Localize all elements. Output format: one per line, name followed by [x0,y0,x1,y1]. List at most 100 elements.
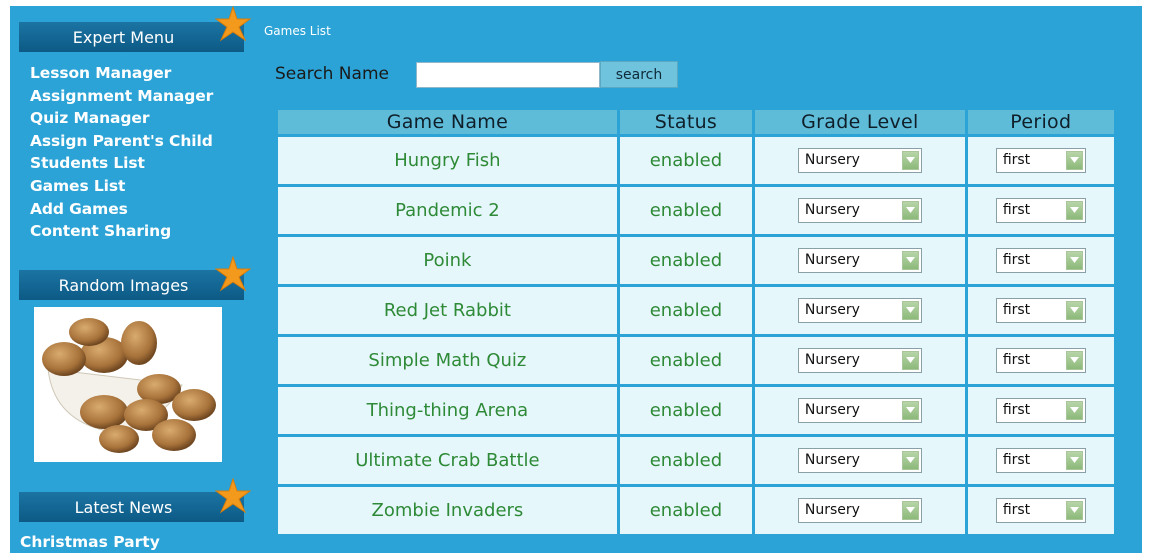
search-name-input[interactable] [416,62,600,88]
page-frame: Expert Menu Lesson Manager Assignment Ma… [10,6,1142,553]
latest-news-header: Latest News [19,492,244,522]
period-cell: first [967,237,1114,284]
menu-item-content-sharing[interactable]: Content Sharing [30,220,213,243]
game-name[interactable]: Thing-thing Arena [367,400,529,421]
period-cell: first [967,437,1114,484]
grade-level-select[interactable]: Nursery [797,248,922,273]
dropdown-arrow-icon[interactable] [1065,301,1083,320]
grade-level-cell: Nursery [755,437,965,484]
dropdown-arrow-icon[interactable] [1065,151,1083,170]
game-name[interactable]: Poink [423,250,471,271]
game-name-cell: Pandemic 2 [278,187,617,234]
game-name[interactable]: Hungry Fish [394,150,500,171]
period-value: first [1002,352,1031,368]
status-value: enabled [649,500,723,521]
period-select[interactable]: first [995,148,1086,173]
table-row: Red Jet Rabbit enabled Nursery first [278,287,1114,334]
table-header-row: Game Name Status Grade Level Period [278,110,1114,134]
table-row: Hungry Fish enabled Nursery first [278,137,1114,184]
grade-level-cell: Nursery [755,137,965,184]
dropdown-arrow-icon[interactable] [1065,401,1083,420]
table-row: Thing-thing Arena enabled Nursery first [278,387,1114,434]
dropdown-arrow-icon[interactable] [901,301,919,320]
search-label: Search Name [275,64,389,84]
grade-level-cell: Nursery [755,387,965,434]
game-name-cell: Red Jet Rabbit [278,287,617,334]
grade-level-value: Nursery [804,502,860,518]
period-select[interactable]: first [995,198,1086,223]
starfish-icon [215,478,251,514]
period-select[interactable]: first [995,398,1086,423]
status-cell: enabled [619,137,753,184]
dropdown-arrow-icon[interactable] [1065,201,1083,220]
status-cell: enabled [619,387,753,434]
grade-level-select[interactable]: Nursery [797,198,922,223]
dropdown-arrow-icon[interactable] [1065,351,1083,370]
period-cell: first [967,137,1114,184]
grade-level-select[interactable]: Nursery [797,498,922,523]
grade-level-select[interactable]: Nursery [797,448,922,473]
menu-item-add-games[interactable]: Add Games [30,198,213,221]
game-name-cell: Hungry Fish [278,137,617,184]
period-cell: first [967,287,1114,334]
menu-item-games-list[interactable]: Games List [30,175,213,198]
dropdown-arrow-icon[interactable] [1065,451,1083,470]
dropdown-arrow-icon[interactable] [1065,501,1083,520]
potatoes-in-bowl-image [42,318,216,453]
search-button[interactable]: search [600,61,678,88]
menu-item-assign-parents-child[interactable]: Assign Parent's Child [30,130,213,153]
grade-level-cell: Nursery [755,487,965,534]
status-cell: enabled [619,487,753,534]
dropdown-arrow-icon[interactable] [901,501,919,520]
period-value: first [1002,152,1031,168]
table-row: Poink enabled Nursery first [278,237,1114,284]
status-value: enabled [649,350,723,371]
period-value: first [1002,452,1031,468]
period-select[interactable]: first [995,298,1086,323]
news-item-christmas-party[interactable]: Christmas Party [20,533,160,551]
period-select[interactable]: first [995,248,1086,273]
dropdown-arrow-icon[interactable] [901,251,919,270]
game-name[interactable]: Zombie Invaders [372,500,524,521]
dropdown-arrow-icon[interactable] [901,351,919,370]
expert-menu-list: Lesson Manager Assignment Manager Quiz M… [30,62,213,243]
menu-item-students-list[interactable]: Students List [30,152,213,175]
grade-level-select[interactable]: Nursery [797,148,922,173]
dropdown-arrow-icon[interactable] [901,151,919,170]
grade-level-select[interactable]: Nursery [797,348,922,373]
random-images-title: Random Images [58,276,189,295]
menu-item-quiz-manager[interactable]: Quiz Manager [30,107,213,130]
table-row: Ultimate Crab Battle enabled Nursery first [278,437,1114,484]
period-value: first [1002,402,1031,418]
status-cell: enabled [619,237,753,284]
random-images-header: Random Images [19,270,244,300]
game-name[interactable]: Red Jet Rabbit [384,300,511,321]
dropdown-arrow-icon[interactable] [901,451,919,470]
period-select[interactable]: first [995,348,1086,373]
dropdown-arrow-icon[interactable] [901,201,919,220]
game-name[interactable]: Simple Math Quiz [368,350,526,371]
grade-level-select[interactable]: Nursery [797,298,922,323]
grade-level-value: Nursery [804,252,860,268]
status-cell: enabled [619,287,753,334]
grade-level-value: Nursery [804,452,860,468]
period-value: first [1002,252,1031,268]
period-select[interactable]: first [995,498,1086,523]
game-name[interactable]: Pandemic 2 [395,200,500,221]
period-select[interactable]: first [995,448,1086,473]
period-cell: first [967,187,1114,234]
dropdown-arrow-icon[interactable] [1065,251,1083,270]
grade-level-select[interactable]: Nursery [797,398,922,423]
menu-item-lesson-manager[interactable]: Lesson Manager [30,62,213,85]
breadcrumb[interactable]: Games List [264,24,331,38]
status-value: enabled [649,200,723,221]
menu-item-assignment-manager[interactable]: Assignment Manager [30,85,213,108]
table-row: Simple Math Quiz enabled Nursery first [278,337,1114,384]
grade-level-cell: Nursery [755,187,965,234]
dropdown-arrow-icon[interactable] [901,401,919,420]
column-header-game-name: Game Name [278,110,617,134]
grade-level-cell: Nursery [755,237,965,284]
column-header-grade-level: Grade Level [755,110,965,134]
game-name[interactable]: Ultimate Crab Battle [355,450,539,471]
expert-menu-title: Expert Menu [72,28,175,47]
